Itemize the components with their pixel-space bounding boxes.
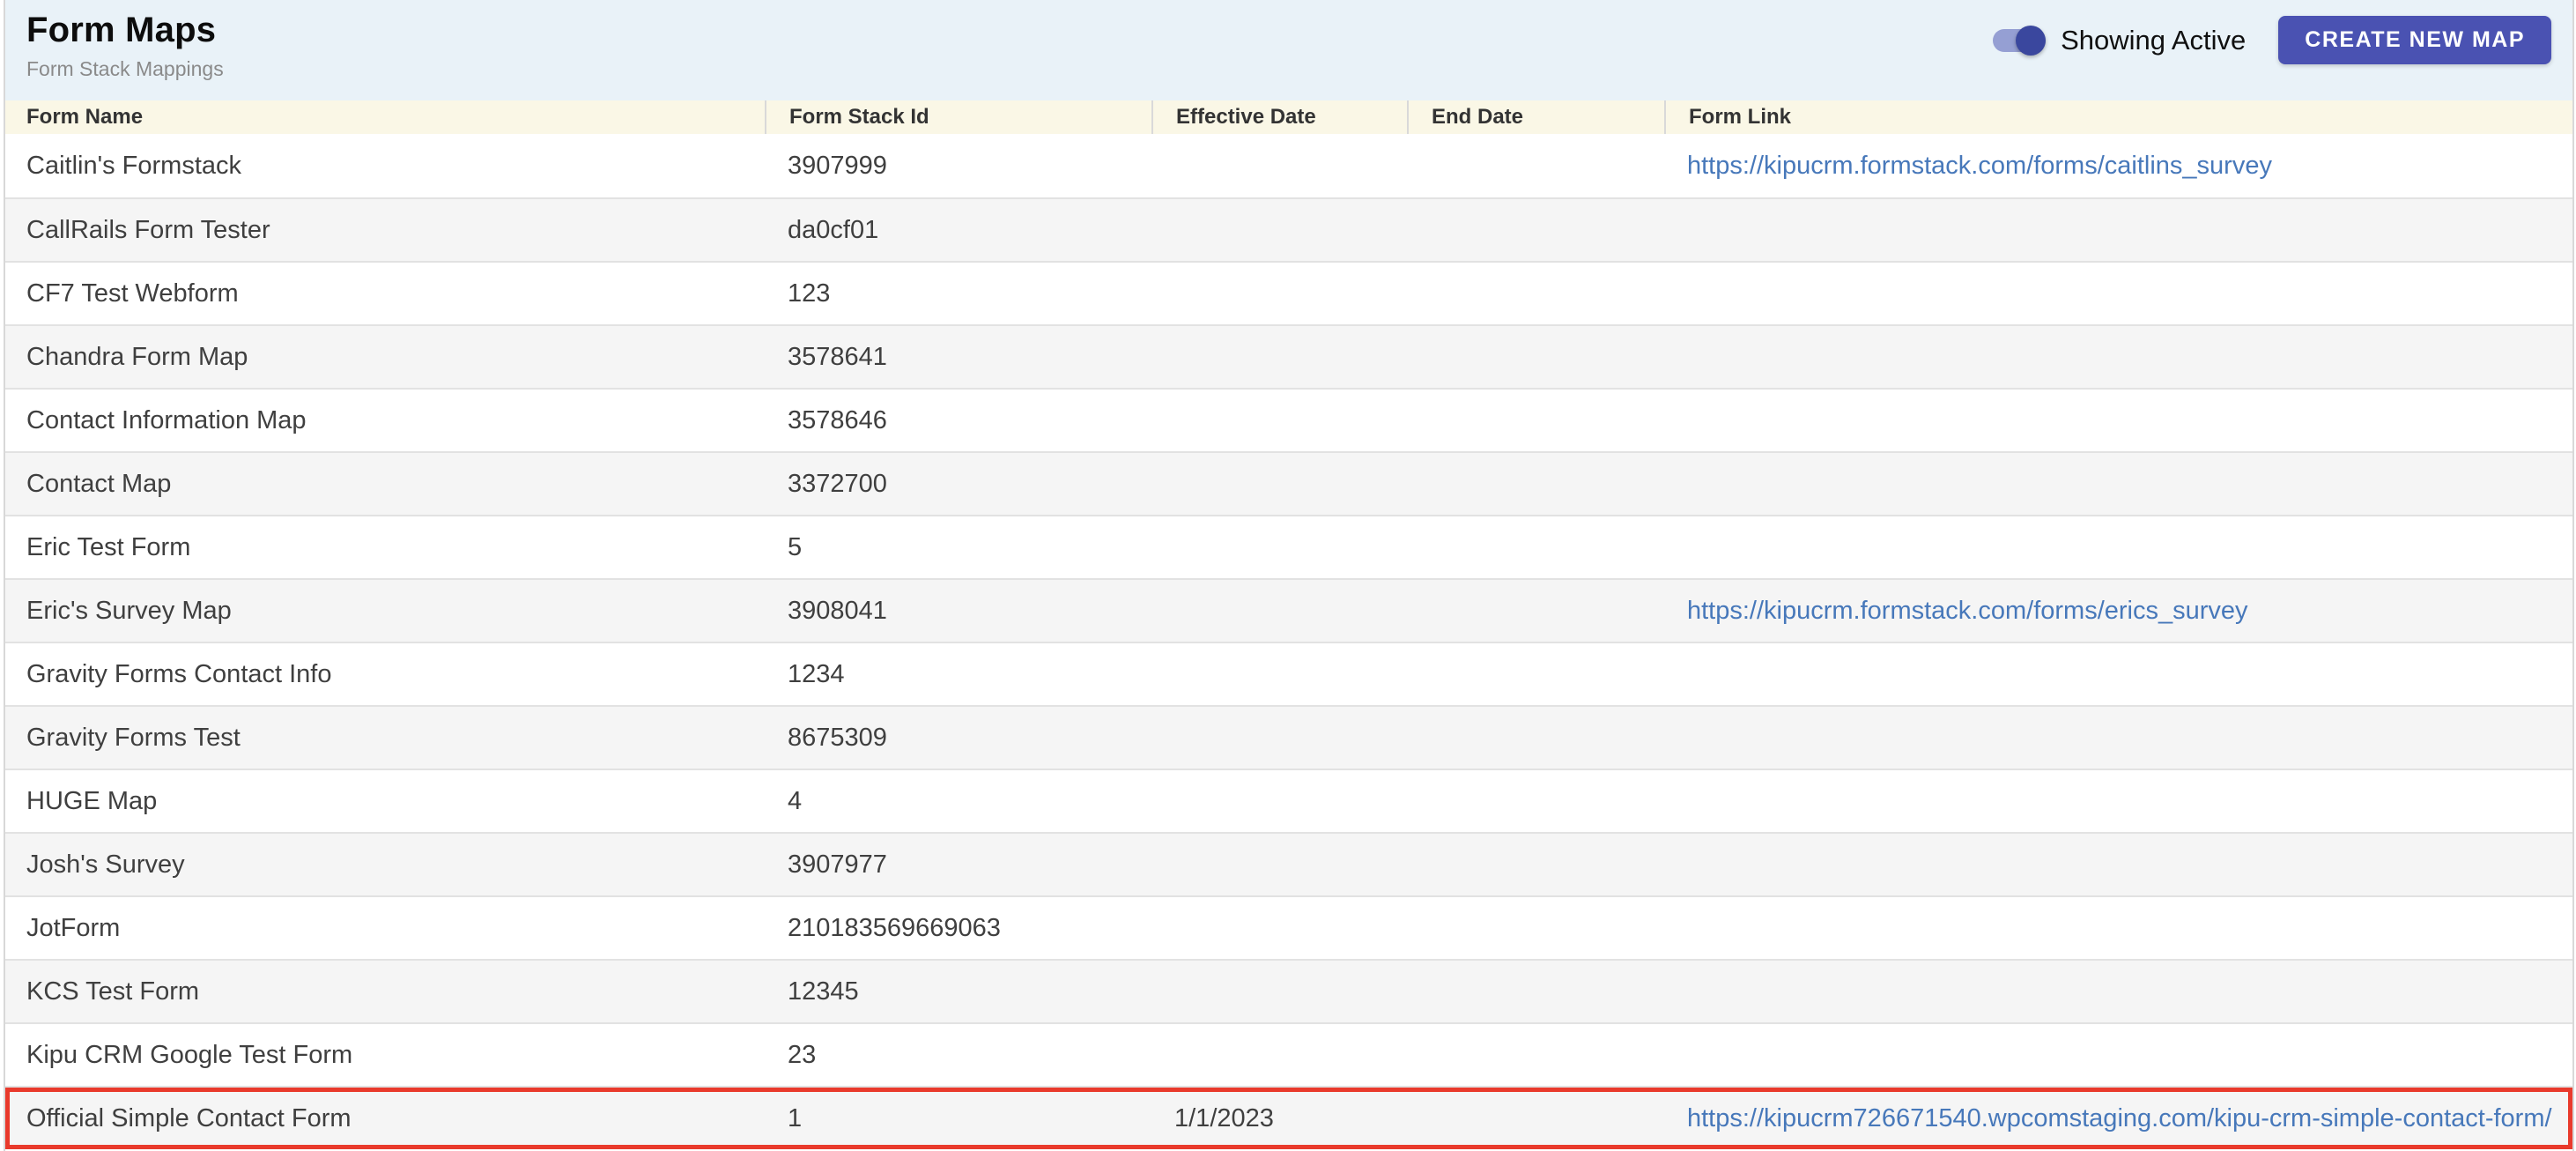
cell-form-stack-id: 1 bbox=[788, 1103, 803, 1132]
table-row[interactable]: CallRails Form Tester da0cf01 bbox=[5, 197, 2572, 261]
cell-form-link: https://kipucrm.formstack.com/forms/cait… bbox=[1664, 152, 2572, 181]
column-header: Effective Date bbox=[1151, 100, 1407, 134]
header-controls: Showing Active CREATE NEW MAP bbox=[1993, 16, 2551, 64]
cell-form-name: Gravity Forms Test bbox=[26, 723, 241, 752]
cell-form-stack-id: 3578641 bbox=[788, 342, 887, 371]
cell-form-stack-id: 4 bbox=[788, 786, 803, 815]
column-header: Form Link bbox=[1664, 100, 2572, 134]
toggle-label: Showing Active bbox=[2061, 24, 2247, 56]
cell-form-name: HUGE Map bbox=[26, 786, 158, 815]
cell-form-stack-id: 3907977 bbox=[788, 850, 887, 879]
cell-form-stack-id: 123 bbox=[788, 278, 831, 308]
cell-form-name: CallRails Form Tester bbox=[26, 215, 270, 244]
page-title: Form Maps bbox=[26, 11, 217, 49]
table-row[interactable]: Eric's Survey Map 3908041 https://kipucr… bbox=[5, 578, 2572, 642]
column-header: Form Name bbox=[26, 105, 144, 129]
table-header-row: Form Name Form Stack Id Effective Date End … bbox=[5, 100, 2572, 134]
cell-form-stack-id: 3578646 bbox=[788, 405, 887, 434]
cell-form-name: Official Simple Contact Form bbox=[26, 1103, 352, 1132]
cell-form-stack-id: 12345 bbox=[788, 976, 859, 1006]
showing-active-toggle[interactable] bbox=[1993, 25, 2047, 56]
form-link[interactable]: https://kipucrm726671540.wpcomstaging.co… bbox=[1687, 1104, 2552, 1132]
table-row[interactable]: JotForm 210183569669063 bbox=[5, 895, 2572, 959]
cell-form-name: Eric's Survey Map bbox=[26, 596, 232, 625]
table-row[interactable]: Gravity Forms Test 8675309 bbox=[5, 705, 2572, 769]
table-row-highlighted[interactable]: Official Simple Contact Form 1 1/1/2023 … bbox=[5, 1086, 2572, 1149]
cell-form-name: JotForm bbox=[26, 913, 121, 942]
form-link[interactable]: https://kipucrm.formstack.com/forms/cait… bbox=[1687, 152, 2272, 180]
cell-form-link: https://kipucrm726671540.wpcomstaging.co… bbox=[1664, 1104, 2572, 1133]
form-link[interactable]: https://kipucrm.formstack.com/forms/eric… bbox=[1687, 597, 2248, 625]
page-subtitle: Form Stack Mappings bbox=[26, 57, 224, 80]
cell-form-stack-id: 23 bbox=[788, 1040, 817, 1069]
column-header: End Date bbox=[1407, 100, 1664, 134]
cell-form-name: Josh's Survey bbox=[26, 850, 185, 879]
cell-form-name: KCS Test Form bbox=[26, 976, 200, 1006]
cell-effective-date: 1/1/2023 bbox=[1174, 1103, 1274, 1132]
cell-form-name: Eric Test Form bbox=[26, 532, 191, 561]
cell-form-stack-id: da0cf01 bbox=[788, 215, 879, 244]
cell-form-name: Kipu CRM Google Test Form bbox=[26, 1040, 353, 1069]
form-maps-page: Form Maps Form Stack Mappings Showing Ac… bbox=[4, 0, 2574, 1151]
cell-form-stack-id: 3372700 bbox=[788, 469, 887, 498]
toggle-thumb bbox=[2016, 25, 2047, 56]
cell-form-stack-id: 8675309 bbox=[788, 723, 887, 752]
title-block: Form Maps Form Stack Mappings bbox=[26, 0, 224, 81]
table-row[interactable]: CF7 Test Webform 123 bbox=[5, 261, 2572, 324]
cell-form-name: CF7 Test Webform bbox=[26, 278, 239, 308]
cell-form-stack-id: 5 bbox=[788, 532, 803, 561]
cell-form-name: Chandra Form Map bbox=[26, 342, 248, 371]
table-row[interactable]: Josh's Survey 3907977 bbox=[5, 832, 2572, 895]
cell-form-stack-id: 210183569669063 bbox=[788, 913, 1001, 942]
table-row[interactable]: Kipu CRM Google Test Form 23 bbox=[5, 1022, 2572, 1086]
table-row[interactable]: Gravity Forms Contact Info 1234 bbox=[5, 642, 2572, 705]
cell-form-link: https://kipucrm.formstack.com/forms/eric… bbox=[1664, 597, 2572, 626]
cell-form-stack-id: 3907999 bbox=[788, 151, 887, 180]
table-row[interactable]: Contact Information Map 3578646 bbox=[5, 388, 2572, 451]
page-header: Form Maps Form Stack Mappings Showing Ac… bbox=[5, 0, 2572, 100]
column-header: Form Stack Id bbox=[765, 100, 1151, 134]
table-row[interactable]: HUGE Map 4 bbox=[5, 769, 2572, 832]
table-row[interactable]: Contact Map 3372700 bbox=[5, 451, 2572, 515]
cell-form-name: Contact Map bbox=[26, 469, 172, 498]
cell-form-name: Caitlin's Formstack bbox=[26, 151, 242, 180]
table-row[interactable]: Caitlin's Formstack 3907999 https://kipu… bbox=[5, 134, 2572, 197]
table-row[interactable]: KCS Test Form 12345 bbox=[5, 959, 2572, 1022]
create-new-map-button[interactable]: CREATE NEW MAP bbox=[2278, 16, 2551, 64]
table-row[interactable]: Chandra Form Map 3578641 bbox=[5, 324, 2572, 388]
cell-form-name: Contact Information Map bbox=[26, 405, 307, 434]
form-maps-table: Caitlin's Formstack 3907999 https://kipu… bbox=[5, 134, 2572, 1149]
cell-form-stack-id: 3908041 bbox=[788, 596, 887, 625]
cell-form-stack-id: 1234 bbox=[788, 659, 845, 688]
table-row[interactable]: Eric Test Form 5 bbox=[5, 515, 2572, 578]
cell-form-name: Gravity Forms Contact Info bbox=[26, 659, 332, 688]
